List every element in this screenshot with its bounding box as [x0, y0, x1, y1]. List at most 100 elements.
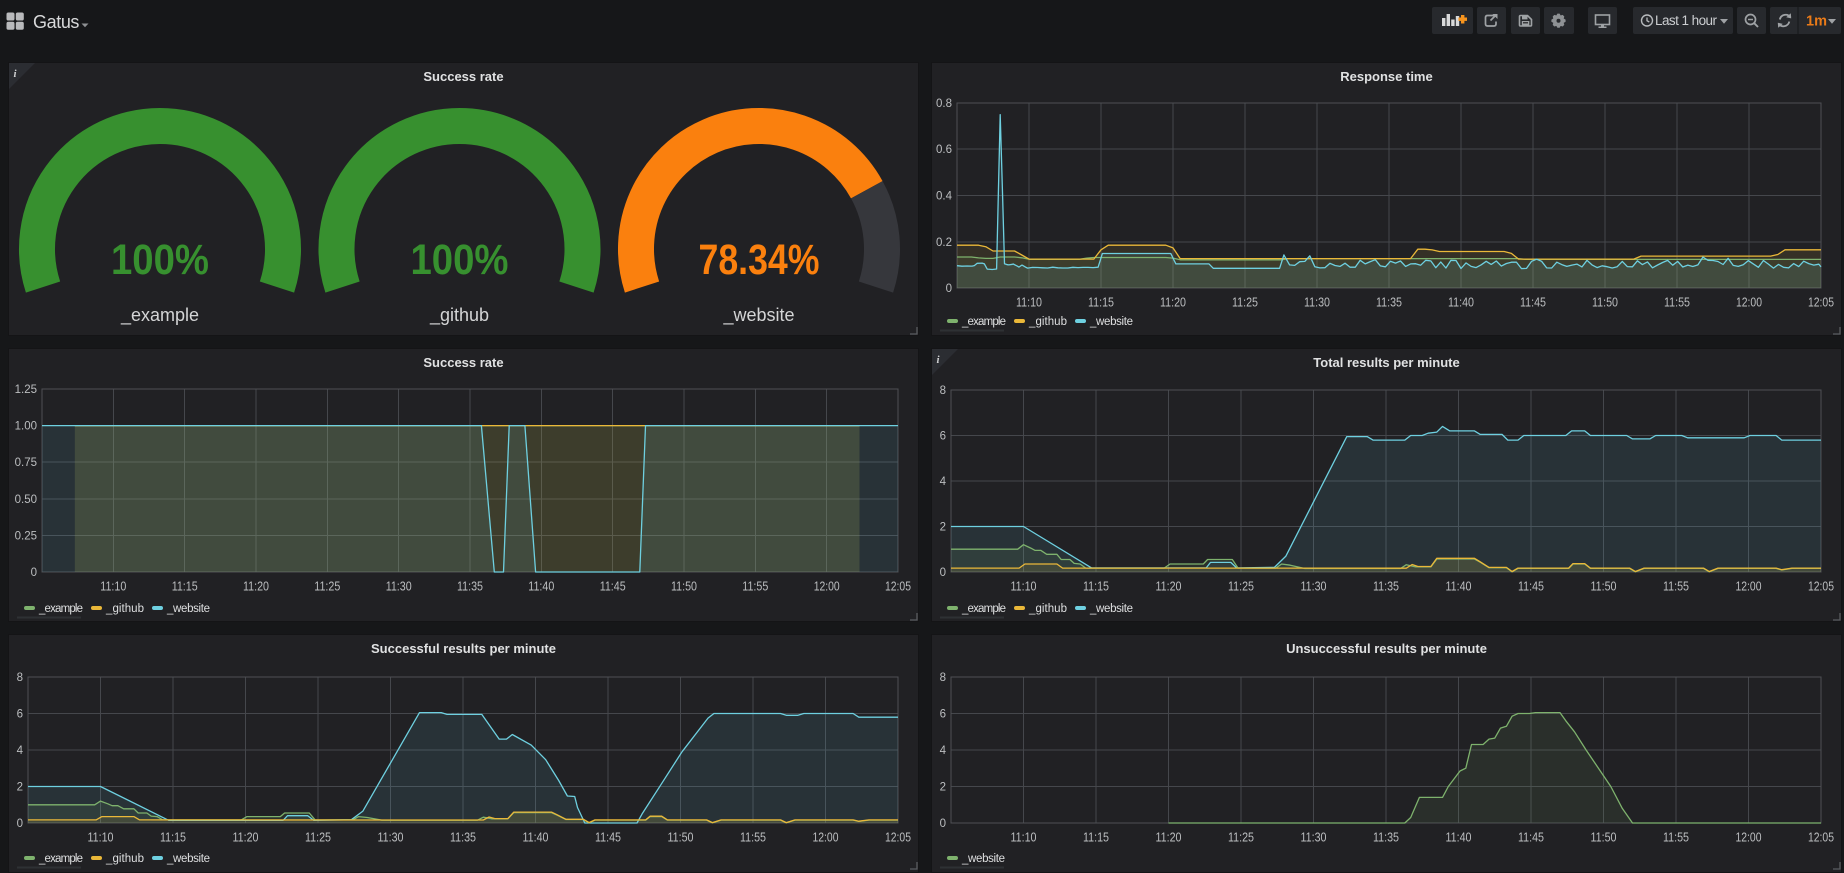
- svg-text:12:00: 12:00: [814, 579, 840, 594]
- svg-text:11:20: 11:20: [1156, 830, 1182, 845]
- svg-text:11:50: 11:50: [671, 579, 697, 594]
- svg-text:11:20: 11:20: [233, 830, 259, 845]
- svg-text:11:20: 11:20: [1160, 295, 1186, 310]
- svg-text:11:40: 11:40: [523, 830, 549, 845]
- svg-text:11:40: 11:40: [1446, 579, 1472, 594]
- svg-text:11:40: 11:40: [528, 579, 554, 594]
- svg-text:0.4: 0.4: [936, 191, 953, 203]
- svg-text:11:55: 11:55: [742, 579, 768, 594]
- svg-text:11:45: 11:45: [1520, 295, 1546, 310]
- svg-text:0: 0: [31, 567, 37, 579]
- svg-text:Last 1 hour: Last 1 hour: [1655, 13, 1718, 28]
- svg-text:_website: _website: [722, 305, 794, 326]
- svg-text:100%: 100%: [411, 236, 509, 284]
- svg-text:8: 8: [940, 672, 946, 684]
- svg-text:11:35: 11:35: [457, 579, 483, 594]
- svg-text:_github: _github: [1028, 603, 1067, 615]
- svg-text:_example: _example: [38, 853, 83, 865]
- svg-text:11:30: 11:30: [1304, 295, 1330, 310]
- svg-text:11:55: 11:55: [1664, 295, 1690, 310]
- svg-text:6: 6: [940, 431, 946, 443]
- svg-text:11:50: 11:50: [1591, 830, 1617, 845]
- svg-text:0.25: 0.25: [15, 530, 37, 542]
- svg-text:11:50: 11:50: [1592, 295, 1618, 310]
- svg-text:4: 4: [17, 745, 24, 757]
- svg-text:1.00: 1.00: [15, 421, 37, 433]
- svg-text:_example: _example: [961, 603, 1006, 615]
- svg-text:4: 4: [940, 476, 947, 488]
- svg-text:2: 2: [940, 522, 946, 534]
- svg-text:11:35: 11:35: [1373, 579, 1399, 594]
- svg-text:_website: _website: [961, 853, 1005, 865]
- svg-text:8: 8: [17, 672, 23, 684]
- svg-text:_example: _example: [961, 316, 1006, 328]
- svg-text:1m: 1m: [1806, 14, 1827, 30]
- svg-text:11:25: 11:25: [314, 579, 340, 594]
- svg-text:11:55: 11:55: [1663, 579, 1689, 594]
- svg-text:11:50: 11:50: [1591, 579, 1617, 594]
- svg-text:11:40: 11:40: [1446, 830, 1472, 845]
- svg-text:11:10: 11:10: [1011, 830, 1037, 845]
- svg-text:11:20: 11:20: [243, 579, 269, 594]
- svg-text:2: 2: [17, 782, 23, 794]
- svg-text:11:30: 11:30: [386, 579, 412, 594]
- svg-text:0.2: 0.2: [936, 237, 952, 249]
- svg-text:11:30: 11:30: [378, 830, 404, 845]
- svg-text:12:05: 12:05: [1808, 295, 1834, 310]
- svg-text:0: 0: [946, 283, 952, 295]
- svg-text:_github: _github: [105, 853, 144, 865]
- svg-text:11:45: 11:45: [1518, 830, 1544, 845]
- svg-text:11:35: 11:35: [1373, 830, 1399, 845]
- svg-text:_website: _website: [1089, 316, 1133, 328]
- svg-text:11:25: 11:25: [1232, 295, 1258, 310]
- svg-text:_website: _website: [166, 603, 210, 615]
- svg-text:11:45: 11:45: [595, 830, 621, 845]
- svg-text:11:25: 11:25: [1228, 830, 1254, 845]
- svg-text:11:15: 11:15: [160, 830, 186, 845]
- svg-text:11:55: 11:55: [1663, 830, 1689, 845]
- svg-text:12:00: 12:00: [1736, 579, 1762, 594]
- svg-text:11:45: 11:45: [600, 579, 626, 594]
- svg-text:0: 0: [940, 567, 946, 579]
- svg-text:0.50: 0.50: [15, 494, 37, 506]
- svg-text:11:25: 11:25: [1228, 579, 1254, 594]
- svg-text:_github: _github: [105, 603, 144, 615]
- svg-text:11:10: 11:10: [1016, 295, 1042, 310]
- svg-text:11:10: 11:10: [1011, 579, 1037, 594]
- svg-text:0.8: 0.8: [936, 98, 952, 110]
- svg-text:12:05: 12:05: [1808, 830, 1834, 845]
- svg-text:11:10: 11:10: [100, 579, 126, 594]
- svg-text:0: 0: [940, 818, 946, 830]
- svg-text:11:10: 11:10: [88, 830, 114, 845]
- svg-text:4: 4: [940, 745, 947, 757]
- svg-text:_website: _website: [1089, 603, 1133, 615]
- svg-text:12:05: 12:05: [1808, 579, 1834, 594]
- svg-text:11:35: 11:35: [1376, 295, 1402, 310]
- svg-text:11:15: 11:15: [1088, 295, 1114, 310]
- svg-text:11:30: 11:30: [1301, 579, 1327, 594]
- svg-text:2: 2: [940, 782, 946, 794]
- svg-text:11:20: 11:20: [1156, 579, 1182, 594]
- svg-text:11:15: 11:15: [1083, 830, 1109, 845]
- svg-text:78.34%: 78.34%: [699, 236, 820, 284]
- svg-text:1.25: 1.25: [15, 384, 37, 396]
- svg-text:_example: _example: [120, 305, 199, 326]
- svg-text:11:50: 11:50: [668, 830, 694, 845]
- svg-text:11:35: 11:35: [450, 830, 476, 845]
- svg-text:12:05: 12:05: [885, 830, 911, 845]
- svg-text:_github: _github: [1028, 316, 1067, 328]
- svg-text:11:15: 11:15: [172, 579, 198, 594]
- svg-text:6: 6: [17, 709, 23, 721]
- svg-text:0.75: 0.75: [15, 457, 37, 469]
- svg-text:11:55: 11:55: [740, 830, 766, 845]
- svg-text:_github: _github: [429, 305, 489, 326]
- svg-text:_example: _example: [38, 603, 83, 615]
- svg-text:8: 8: [940, 385, 946, 397]
- svg-text:11:40: 11:40: [1448, 295, 1474, 310]
- svg-text:11:15: 11:15: [1083, 579, 1109, 594]
- svg-text:12:00: 12:00: [813, 830, 839, 845]
- svg-text:12:05: 12:05: [885, 579, 911, 594]
- svg-text:0.6: 0.6: [936, 144, 952, 156]
- svg-text:12:00: 12:00: [1736, 830, 1762, 845]
- svg-text:11:30: 11:30: [1301, 830, 1327, 845]
